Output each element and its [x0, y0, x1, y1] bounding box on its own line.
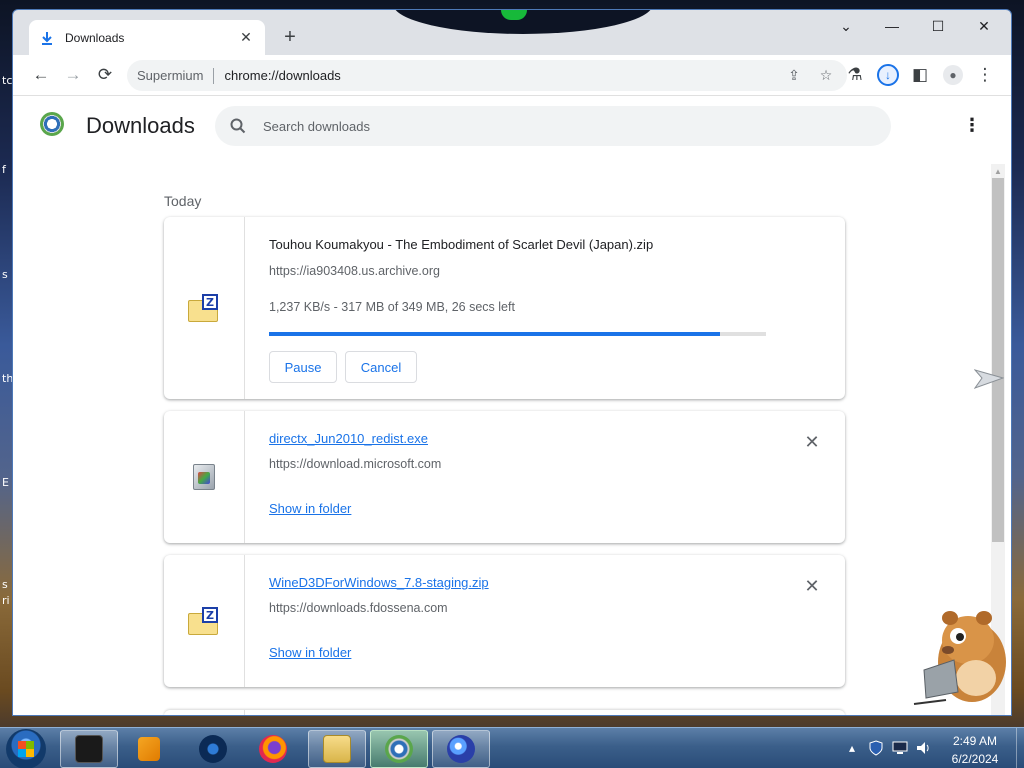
windows-logo-icon	[18, 741, 34, 757]
site-label: Supermium	[137, 68, 204, 83]
share-icon[interactable]: ⇪	[781, 60, 807, 91]
system-tray: ▴ 2:49 AM 6/2/2024	[842, 728, 1024, 768]
date-section-heading: Today	[164, 193, 202, 209]
zip-folder-icon: Z	[188, 294, 220, 322]
installer-exe-icon	[190, 462, 218, 492]
windows-taskbar: ▴ 2:49 AM 6/2/2024	[0, 727, 1024, 768]
download-item-partial	[164, 710, 845, 715]
file-name-link[interactable]: WineD3DForWindows_7.8-staging.zip	[269, 575, 489, 590]
file-explorer-icon	[323, 735, 351, 763]
firefox-icon	[259, 735, 287, 763]
tab-close-icon[interactable]: ✕	[237, 29, 255, 47]
new-tab-button[interactable]: +	[277, 24, 303, 50]
reload-button[interactable]: ⟳	[91, 61, 119, 89]
show-desktop-button[interactable]	[1016, 728, 1024, 768]
close-window-button[interactable]: ✕	[961, 10, 1007, 42]
desktop-icon-label: E	[2, 476, 9, 489]
progress-fill	[269, 332, 721, 336]
source-url: https://download.microsoft.com	[269, 457, 442, 471]
scrollbar-thumb[interactable]	[992, 178, 1004, 542]
downloads-button[interactable]: ↓	[874, 61, 902, 89]
url-text[interactable]: chrome://downloads	[224, 68, 340, 83]
tab-downloads[interactable]: Downloads ✕	[29, 20, 265, 55]
tray-overflow-chevron-icon[interactable]: ▴	[844, 740, 860, 756]
taskbar-app-globe[interactable]	[184, 730, 242, 768]
supermium-logo-icon	[40, 112, 64, 136]
source-url: https://ia903408.us.archive.org	[269, 264, 440, 278]
download-icon	[39, 30, 55, 46]
browser-toolbar: ← → ⟳ Supermium chrome://downloads ⇪ ☆ ⚗…	[13, 55, 1011, 96]
hamster-mascot-icon	[913, 611, 1006, 705]
bookmark-star-icon[interactable]: ☆	[813, 60, 839, 91]
downloads-page: Downloads ⋮ ▲ Today Z Touhou Koumakyou -…	[13, 96, 1011, 715]
side-panel-icon[interactable]: ◧	[906, 61, 934, 89]
tab-search-chevron-icon[interactable]: ⌄	[823, 10, 869, 42]
file-icon-column: Z	[164, 555, 245, 687]
file-icon-column: Z	[164, 217, 245, 399]
download-item: Z Touhou Koumakyou - The Embodiment of S…	[164, 217, 845, 399]
terminal-app-icon	[75, 735, 103, 763]
file-icon-column	[164, 411, 245, 543]
download-status: 1,237 KB/s - 317 MB of 349 MB, 26 secs l…	[269, 300, 515, 314]
remove-from-list-icon[interactable]: ✕	[800, 574, 824, 598]
address-bar[interactable]: Supermium chrome://downloads ⇪ ☆	[127, 60, 847, 91]
browser-menu-icon[interactable]: ⋮	[971, 61, 999, 89]
globe-app-icon	[199, 735, 227, 763]
search-box[interactable]	[215, 106, 891, 146]
download-item: Z WineD3DForWindows_7.8-staging.zip http…	[164, 555, 845, 687]
tab-strip: Downloads ✕ + ⌄ — ☐ ✕	[13, 10, 1011, 55]
maximize-button[interactable]: ☐	[915, 10, 961, 42]
remove-from-list-icon[interactable]: ✕	[800, 430, 824, 454]
zip-folder-icon: Z	[188, 607, 220, 635]
desktop-icon-label: s	[2, 578, 8, 591]
page-menu-icon[interactable]: ⋮	[959, 112, 985, 138]
supermium-browser-icon	[385, 735, 413, 763]
paper-plane-icon	[974, 369, 1004, 389]
show-in-folder-link[interactable]: Show in folder	[269, 501, 351, 516]
download-progress-icon: ↓	[877, 64, 899, 86]
start-button[interactable]	[6, 729, 46, 768]
browser-window: Downloads ✕ + ⌄ — ☐ ✕ ← → ⟳ Supermium ch…	[12, 9, 1012, 716]
file-name: Touhou Koumakyou - The Embodiment of Sca…	[269, 237, 654, 252]
cancel-button[interactable]: Cancel	[345, 351, 417, 383]
pause-button[interactable]: Pause	[269, 351, 337, 383]
desktop-icon-label: ri	[2, 594, 10, 607]
source-url: https://downloads.fdossena.com	[269, 601, 448, 615]
network-monitor-icon[interactable]	[892, 740, 908, 756]
forward-button[interactable]: →	[59, 61, 87, 89]
show-in-folder-link[interactable]: Show in folder	[269, 645, 351, 660]
taskbar-app-terminal[interactable]	[60, 730, 118, 768]
address-divider	[213, 67, 215, 84]
profile-button[interactable]: ●	[939, 61, 967, 89]
taskbar-app-supermium[interactable]	[370, 730, 428, 768]
clock-date[interactable]: 6/2/2024	[940, 752, 1010, 766]
media-player-icon	[138, 737, 160, 761]
download-item: directx_Jun2010_redist.exe https://downl…	[164, 411, 845, 543]
profile-avatar-icon: ●	[943, 65, 963, 85]
utility-app-icon	[447, 735, 475, 763]
desktop-icon-label: s	[2, 268, 8, 281]
file-icon-column	[164, 710, 245, 715]
page-header: Downloads ⋮	[13, 96, 1011, 156]
taskbar-app-media-player[interactable]	[120, 730, 178, 768]
search-icon	[229, 117, 247, 135]
desktop-icon-label: f	[2, 163, 6, 176]
desktop-icon-label: tc	[2, 74, 13, 87]
taskbar-app-firefox[interactable]	[244, 730, 302, 768]
page-title: Downloads	[86, 113, 195, 138]
volume-speaker-icon[interactable]	[916, 740, 932, 756]
back-button[interactable]: ←	[27, 61, 55, 89]
file-name-link[interactable]: directx_Jun2010_redist.exe	[269, 431, 428, 446]
minimize-button[interactable]: —	[869, 10, 915, 42]
download-progress-bar	[269, 332, 766, 336]
security-shield-icon[interactable]	[868, 740, 884, 756]
labs-flask-icon[interactable]: ⚗	[841, 61, 869, 89]
tab-title: Downloads	[65, 30, 125, 45]
taskbar-app-tool[interactable]	[432, 730, 490, 768]
scroll-up-arrow-icon[interactable]: ▲	[991, 164, 1005, 178]
clock-time[interactable]: 2:49 AM	[940, 734, 1010, 748]
taskbar-app-explorer[interactable]	[308, 730, 366, 768]
search-input[interactable]	[263, 118, 863, 134]
